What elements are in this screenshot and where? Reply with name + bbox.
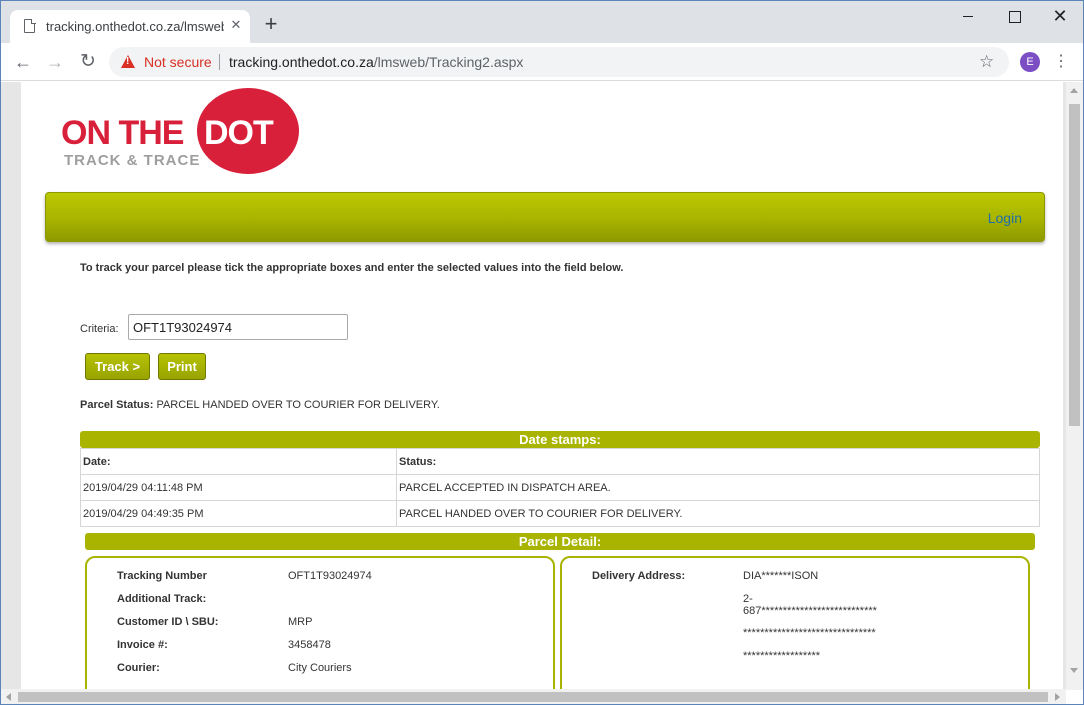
browser-window: tracking.onthedot.co.za/lmsweb/ ✕ + ✕ ← … <box>0 0 1084 705</box>
status-cell: PARCEL HANDED OVER TO COURIER FOR DELIVE… <box>396 500 1040 527</box>
tab-strip: tracking.onthedot.co.za/lmsweb/ ✕ + ✕ <box>1 1 1083 43</box>
customer-id-value: MRP <box>288 616 313 628</box>
scroll-down-arrow-icon[interactable] <box>1070 668 1078 673</box>
address-line: 2- <box>743 593 753 605</box>
forward-arrow-icon[interactable]: → <box>43 50 67 74</box>
minimize-button[interactable] <box>953 5 983 29</box>
courier-value: City Couriers <box>288 662 352 674</box>
parcel-detail-header: Parcel Detail: <box>85 533 1035 550</box>
reload-icon[interactable]: ↻ <box>76 50 100 74</box>
address-line: ****************** <box>743 650 821 662</box>
browser-tab[interactable]: tracking.onthedot.co.za/lmsweb/ ✕ <box>10 10 250 43</box>
delivery-address-panel: Delivery Address: DIA*******ISON 2- 687*… <box>560 556 1030 690</box>
table-row: 2019/04/29 04:49:35 PM PARCEL HANDED OVE… <box>80 500 1040 527</box>
scroll-left-arrow-icon[interactable] <box>6 693 11 701</box>
address-line: DIA*******ISON <box>743 570 819 582</box>
date-cell: 2019/04/29 04:11:48 PM <box>80 474 397 501</box>
table-row: 2019/04/29 04:11:48 PM PARCEL ACCEPTED I… <box>80 474 1040 501</box>
date-cell: 2019/04/29 04:49:35 PM <box>80 500 397 527</box>
parcel-info-panel: Tracking Number OFT1T93024974 Additional… <box>85 556 555 690</box>
nav-bar: Login <box>45 192 1045 242</box>
parcel-status-value: PARCEL HANDED OVER TO COURIER FOR DELIVE… <box>156 399 440 411</box>
additional-track-label: Additional Track: <box>117 593 207 605</box>
tab-title: tracking.onthedot.co.za/lmsweb/ <box>46 19 224 34</box>
address-bar[interactable]: Not secure tracking.onthedot.co.za/lmswe… <box>109 47 1009 77</box>
horizontal-scrollbar[interactable] <box>1 689 1066 704</box>
login-link[interactable]: Login <box>988 210 1022 226</box>
tracking-page: ON THE DOT TRACK & TRACE Login To track … <box>21 82 1063 690</box>
maximize-button[interactable] <box>999 5 1029 29</box>
new-tab-button[interactable]: + <box>260 13 282 35</box>
courier-label: Courier: <box>117 662 160 674</box>
tracking-number-value: OFT1T93024974 <box>288 570 372 582</box>
parcel-status: Parcel Status: PARCEL HANDED OVER TO COU… <box>80 399 440 411</box>
delivery-address-label: Delivery Address: <box>592 570 686 582</box>
date-stamps-header: Date stamps: <box>80 431 1040 448</box>
criteria-label: Criteria: <box>80 323 119 335</box>
scroll-right-arrow-icon[interactable] <box>1055 693 1060 701</box>
track-button[interactable]: Track > <box>85 353 150 380</box>
profile-avatar[interactable]: E <box>1020 52 1040 72</box>
url-path: /lmsweb/Tracking2.aspx <box>373 54 524 70</box>
parcel-status-label: Parcel Status: <box>80 399 154 411</box>
invoice-value: 3458478 <box>288 639 331 651</box>
date-stamps-table: Date: Status: 2019/04/29 04:11:48 PM PAR… <box>80 448 1040 527</box>
logo-text-dot: DOT <box>204 114 274 152</box>
vertical-scroll-thumb[interactable] <box>1069 104 1080 426</box>
page-icon <box>24 18 36 33</box>
invoice-label: Invoice #: <box>117 639 168 651</box>
customer-id-label: Customer ID \ SBU: <box>117 616 219 628</box>
print-button[interactable]: Print <box>158 353 206 380</box>
url-text[interactable]: tracking.onthedot.co.za/lmsweb/Tracking2… <box>229 54 523 70</box>
criteria-input[interactable] <box>128 314 348 340</box>
address-separator <box>219 54 220 70</box>
vertical-scrollbar[interactable] <box>1066 82 1083 690</box>
back-arrow-icon[interactable]: ← <box>11 50 35 74</box>
close-window-button[interactable]: ✕ <box>1045 3 1075 29</box>
address-line: ******************************* <box>743 627 876 639</box>
instructions-text: To track your parcel please tick the app… <box>80 262 624 274</box>
on-the-dot-logo[interactable]: ON THE DOT TRACK & TRACE <box>61 88 301 174</box>
status-cell: PARCEL ACCEPTED IN DISPATCH AREA. <box>396 474 1040 501</box>
tracking-number-label: Tracking Number <box>117 570 207 582</box>
table-header-row: Date: Status: <box>80 448 1040 475</box>
scroll-up-arrow-icon[interactable] <box>1070 88 1078 93</box>
logo-text-on-the: ON THE <box>61 114 184 152</box>
security-label[interactable]: Not secure <box>144 54 212 70</box>
logo-tagline: TRACK & TRACE <box>64 152 201 169</box>
status-column-header: Status: <box>396 448 1040 475</box>
close-tab-icon[interactable]: ✕ <box>227 16 245 34</box>
page-viewport: ON THE DOT TRACK & TRACE Login To track … <box>1 82 1083 690</box>
horizontal-scroll-thumb[interactable] <box>18 692 1048 702</box>
warning-icon <box>121 55 135 68</box>
star-icon[interactable]: ☆ <box>979 51 994 73</box>
kebab-menu-icon[interactable]: ⋮ <box>1053 51 1069 73</box>
browser-toolbar: ← → ↻ Not secure tracking.onthedot.co.za… <box>1 43 1083 81</box>
address-line: 687*************************** <box>743 605 877 617</box>
date-column-header: Date: <box>80 448 397 475</box>
url-host: tracking.onthedot.co.za <box>229 54 374 70</box>
